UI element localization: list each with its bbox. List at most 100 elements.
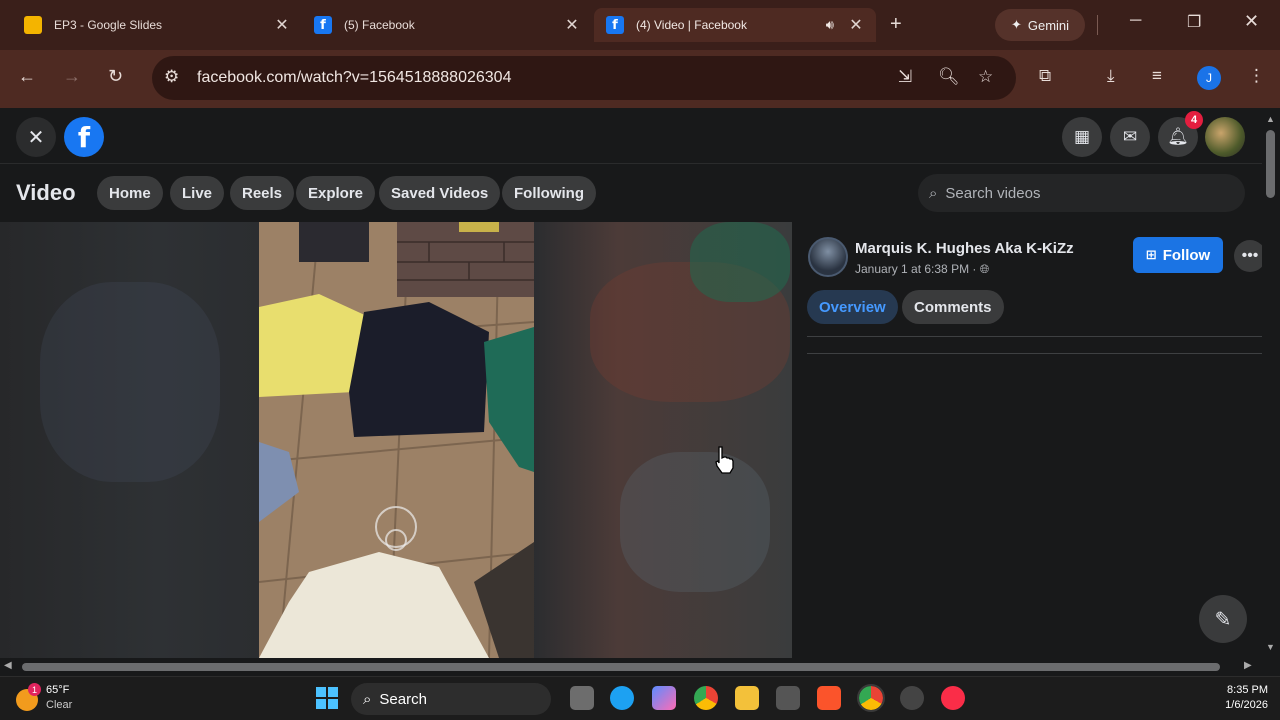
system-clock[interactable]: 8:35 PM 1/6/2026: [1208, 683, 1268, 713]
nav-following[interactable]: Following: [502, 176, 596, 210]
download-icon[interactable]: ⤓: [1107, 66, 1115, 86]
site-settings-icon[interactable]: ⚙︎: [164, 67, 179, 87]
tab-overview[interactable]: Overview: [807, 290, 898, 324]
nav-saved-videos[interactable]: Saved Videos: [379, 176, 501, 210]
video-frame[interactable]: [259, 222, 534, 658]
facebook-header: ✕ f ▦ ✉︎ 🔔︎: [0, 108, 1262, 164]
new-tab-button[interactable]: +: [890, 13, 902, 36]
video-content-image: [259, 222, 534, 658]
file-explorer-icon[interactable]: [735, 686, 759, 710]
globe-icon: 🌐︎: [979, 262, 990, 276]
tab-search-icon[interactable]: ⧉: [1039, 66, 1051, 86]
divider: [807, 336, 1262, 337]
install-app-icon[interactable]: ⇲: [898, 67, 912, 87]
windows-taskbar: 1 65°F Clear ⌕ Search 8:35 PM 1/6/2026: [0, 676, 1280, 720]
nav-live[interactable]: Live: [170, 176, 225, 210]
follow-button[interactable]: ⊞ Follow: [1133, 237, 1223, 273]
nav-reels[interactable]: Reels: [230, 176, 295, 210]
weather-temp: 65°F: [46, 684, 70, 696]
clock-date: 1/6/2026: [1225, 699, 1268, 711]
close-tab-icon[interactable]: ✕: [274, 15, 290, 35]
facebook-icon: f: [606, 16, 624, 34]
taskbar-search[interactable]: ⌕ Search: [351, 683, 551, 715]
url-text[interactable]: facebook.com/watch?v=1564518888026304: [197, 69, 511, 87]
video-player[interactable]: [0, 222, 792, 658]
chrome-active-icon[interactable]: [857, 684, 885, 712]
windows-start-icon[interactable]: [316, 687, 338, 709]
tab-comments[interactable]: Comments: [902, 290, 1004, 324]
hand-cursor-icon: [715, 446, 734, 474]
itunes-icon[interactable]: [941, 686, 965, 710]
scroll-left-icon[interactable]: ◀: [4, 660, 12, 671]
scroll-right-icon[interactable]: ▶: [1244, 660, 1252, 671]
compose-message-icon[interactable]: ✎: [1199, 595, 1247, 643]
facebook-icon: f: [314, 16, 332, 34]
tab-title: (4) Video | Facebook: [636, 18, 747, 32]
app-icon[interactable]: [900, 686, 924, 710]
chrome-icon[interactable]: [694, 686, 718, 710]
scrollbar-thumb[interactable]: [22, 663, 1220, 671]
video-search-box[interactable]: ⌕: [918, 174, 1245, 212]
messenger-icon[interactable]: ✉︎: [1110, 117, 1150, 157]
menu-grid-icon[interactable]: ▦: [1062, 117, 1102, 157]
speaker-icon[interactable]: 🔊︎: [826, 17, 834, 33]
tab-title: (5) Facebook: [344, 18, 415, 32]
search-input[interactable]: [943, 183, 1214, 203]
horizontal-scrollbar[interactable]: ◀ ▶: [0, 658, 1262, 676]
tab-title: EP3 - Google Slides: [54, 18, 163, 32]
app-icon[interactable]: [776, 686, 800, 710]
tab-facebook[interactable]: f (5) Facebook ✕: [302, 8, 592, 42]
reload-icon[interactable]: ↻: [108, 66, 123, 87]
bookmark-star-icon[interactable]: ☆: [978, 67, 993, 87]
gemini-label: Gemini: [1027, 17, 1070, 33]
menu-kebab-icon[interactable]: ⋮: [1248, 66, 1265, 86]
close-video-button[interactable]: ✕: [16, 117, 56, 157]
forward-arrow-icon[interactable]: →: [63, 66, 81, 87]
post-date-text: January 1 at 6:38 PM ·: [855, 262, 980, 276]
back-arrow-icon[interactable]: ←: [18, 66, 36, 87]
gemini-button[interactable]: ✦ Gemini: [995, 9, 1085, 41]
scroll-down-icon[interactable]: ▼: [1266, 642, 1275, 652]
account-avatar[interactable]: [1205, 117, 1245, 157]
taskbar-search-label: Search: [379, 690, 427, 708]
post-date[interactable]: January 1 at 6:38 PM · 🌐︎: [855, 262, 989, 277]
facebook-logo[interactable]: f: [64, 117, 104, 157]
blurred-background: [40, 282, 220, 482]
close-tab-icon[interactable]: ✕: [564, 15, 580, 35]
tab-video-facebook[interactable]: f (4) Video | Facebook 🔊︎ ✕: [594, 8, 876, 42]
nav-explore[interactable]: Explore: [296, 176, 376, 210]
blurred-background: [690, 222, 790, 302]
address-bar[interactable]: ⚙︎ facebook.com/watch?v=1564518888026304…: [152, 56, 1016, 100]
google-slides-icon: [24, 16, 42, 34]
nav-home[interactable]: Home: [97, 176, 163, 210]
scrollbar-thumb[interactable]: [1266, 130, 1275, 198]
copilot-icon[interactable]: [652, 686, 676, 710]
search-icon: ⌕: [363, 690, 372, 708]
close-tab-icon[interactable]: ✕: [848, 15, 864, 35]
follow-icon: ⊞: [1145, 247, 1157, 262]
video-subnav: Video Home Live Reels Explore Saved Vide…: [0, 164, 1262, 222]
author-name[interactable]: Marquis K. Hughes Aka K-KiZz: [855, 240, 1074, 257]
weather-alert-badge: 1: [28, 683, 41, 696]
profile-avatar[interactable]: J: [1197, 66, 1221, 90]
zoom-icon[interactable]: 🔍︎: [938, 67, 960, 87]
clock-time: 8:35 PM: [1227, 684, 1268, 696]
tab-google-slides[interactable]: EP3 - Google Slides ✕: [12, 8, 302, 42]
divider: [1097, 15, 1098, 35]
minimize-button[interactable]: ─: [1130, 12, 1141, 30]
page-title: Video: [16, 180, 76, 205]
restore-button[interactable]: ❐: [1187, 12, 1201, 32]
close-window-button[interactable]: ✕: [1244, 11, 1259, 32]
author-avatar[interactable]: [808, 237, 848, 277]
scroll-up-icon[interactable]: ▲: [1266, 114, 1275, 124]
edge-browser-icon[interactable]: [610, 686, 634, 710]
brave-browser-icon[interactable]: [817, 686, 841, 710]
follow-label: Follow: [1162, 246, 1211, 264]
browser-toolbar: ← → ↻ ⚙︎ facebook.com/watch?v=1564518888…: [0, 50, 1280, 108]
notification-badge: 4: [1185, 111, 1203, 129]
sparkle-icon: ✦: [1010, 17, 1022, 32]
video-details-panel: Marquis K. Hughes Aka K-KiZz January 1 a…: [792, 222, 1266, 658]
task-view-icon[interactable]: [570, 686, 594, 710]
vertical-scrollbar[interactable]: ▲ ▼: [1262, 108, 1280, 658]
media-control-icon[interactable]: ≡: [1152, 66, 1162, 86]
